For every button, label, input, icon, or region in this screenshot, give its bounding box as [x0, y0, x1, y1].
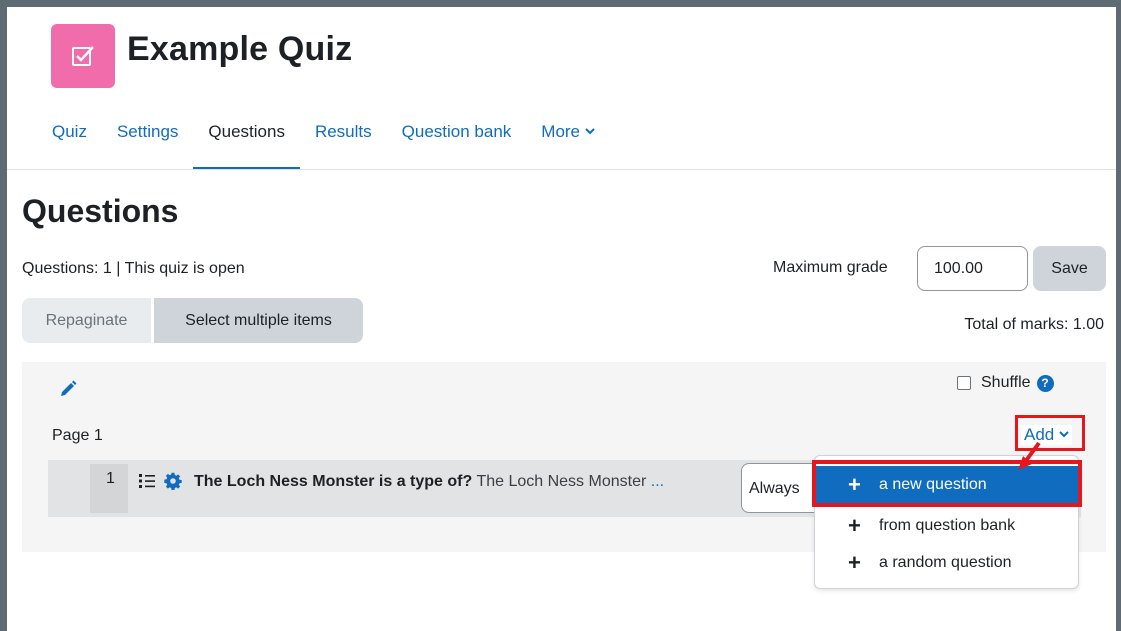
edit-section-heading[interactable]: [59, 380, 77, 403]
tab-settings[interactable]: Settings: [102, 118, 193, 170]
chevron-down-icon: [585, 128, 595, 135]
shuffle-checkbox[interactable]: [957, 376, 971, 390]
quiz-status-info: Questions: 1 | This quiz is open: [22, 260, 245, 277]
list-icon: [139, 474, 155, 488]
nav-divider: [7, 169, 1116, 170]
window-frame-left: [0, 0, 7, 631]
pencil-icon: [61, 380, 77, 396]
question-name: The Loch Ness Monster is a type of?: [194, 473, 473, 490]
annotation-arrow-icon: [1018, 441, 1041, 470]
tab-question-bank[interactable]: Question bank: [387, 118, 527, 170]
save-button[interactable]: Save: [1033, 246, 1106, 291]
tab-quiz[interactable]: Quiz: [37, 118, 102, 170]
question-preview: The Loch Ness Monster: [476, 473, 647, 490]
gear-icon: [164, 472, 182, 491]
page-title: Questions: [22, 193, 179, 229]
shuffle-label: Shuffle: [981, 374, 1031, 391]
question-number: 1: [90, 464, 128, 513]
tab-questions[interactable]: Questions: [193, 118, 300, 170]
menu-item-label: from question bank: [879, 516, 1016, 534]
plus-icon: +: [848, 512, 861, 538]
secondary-navigation: Quiz Settings Questions Results Question…: [37, 118, 610, 170]
question-settings[interactable]: [164, 472, 182, 495]
question-circle-icon[interactable]: ?: [1036, 374, 1054, 392]
page-label: Page 1: [52, 427, 103, 444]
quiz-activity-icon: [51, 24, 115, 88]
question-type: [138, 473, 156, 494]
menu-item-random-question[interactable]: + a random question: [815, 544, 1080, 581]
maximum-grade-input[interactable]: [917, 246, 1028, 291]
select-multiple-items-button[interactable]: Select multiple items: [154, 298, 363, 343]
tab-more[interactable]: More: [526, 118, 610, 170]
total-marks: Total of marks: 1.00: [964, 316, 1104, 333]
tab-more-label: More: [541, 122, 581, 141]
repaginate-button[interactable]: Repaginate: [22, 298, 151, 343]
activity-title: Example Quiz: [127, 30, 353, 68]
menu-item-from-question-bank[interactable]: + from question bank: [815, 507, 1080, 544]
plus-icon: +: [848, 549, 861, 575]
window-frame-top: [0, 0, 1121, 7]
menu-item-label: a random question: [879, 553, 1012, 571]
tab-results[interactable]: Results: [300, 118, 387, 170]
shuffle-control: Shuffle ?: [957, 374, 1054, 392]
question-text: The Loch Ness Monster is a type of? The …: [194, 473, 664, 491]
question-ellipsis[interactable]: ...: [651, 473, 664, 490]
checkbox-icon: [72, 46, 94, 66]
window-frame-right: [1116, 0, 1121, 631]
maximum-grade-label: Maximum grade: [773, 259, 888, 276]
